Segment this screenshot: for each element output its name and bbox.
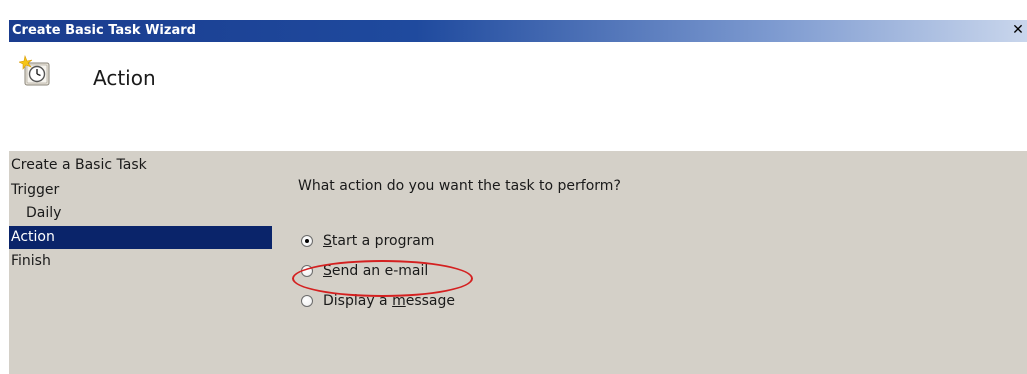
nav-item-create-basic-task[interactable]: Create a Basic Task [9, 154, 147, 177]
scheduled-task-clock-icon [18, 54, 51, 87]
wizard-window: Create Basic Task Wizard ✕ Action Create… [9, 20, 1027, 374]
nav-item-trigger[interactable]: Trigger [9, 179, 59, 202]
radio-selected-dot [305, 239, 309, 243]
close-icon[interactable]: ✕ [1011, 22, 1025, 38]
nav-item-daily[interactable]: Daily [9, 202, 61, 225]
page-title: Action [93, 66, 156, 90]
nav-item-finish[interactable]: Finish [9, 250, 51, 273]
start-program-label[interactable]: Start a program [323, 230, 434, 252]
window-title: Create Basic Task Wizard [12, 23, 196, 38]
action-question: What action do you want the task to perf… [298, 178, 621, 194]
wizard-header: Action [9, 42, 1027, 151]
highlight-ring-annotation [292, 260, 473, 297]
label-mnemonic: S [323, 233, 332, 249]
start-program-radio[interactable] [301, 235, 313, 247]
title-bar[interactable]: Create Basic Task Wizard ✕ [9, 20, 1027, 42]
nav-item-action[interactable]: Action [9, 226, 272, 249]
display-message-radio[interactable] [301, 295, 313, 307]
wizard-body: Create a Basic Task Trigger Daily Action… [9, 151, 1027, 374]
label-suffix: tart a program [331, 233, 435, 249]
